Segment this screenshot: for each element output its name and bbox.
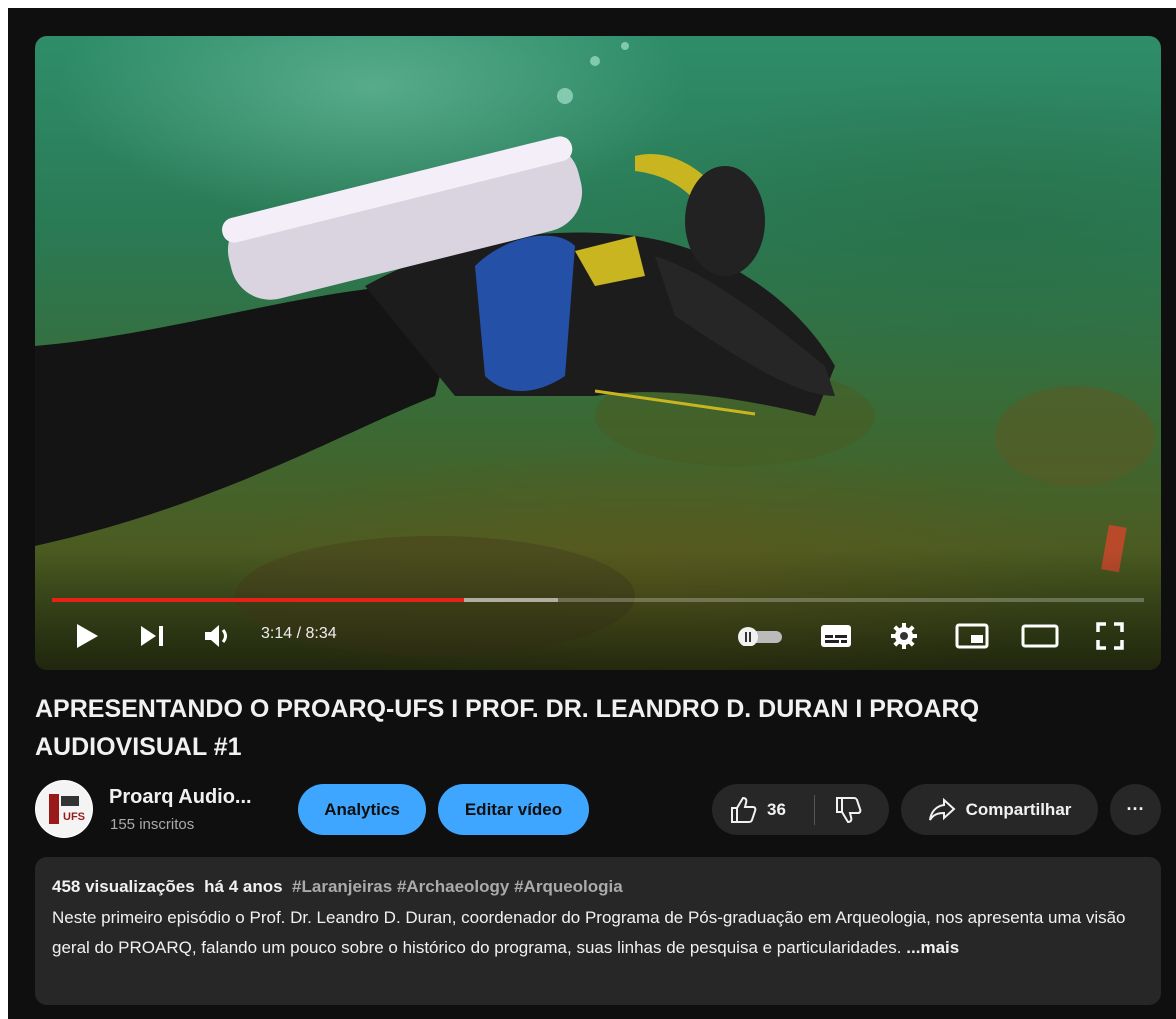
analytics-button[interactable]: Analytics	[298, 784, 426, 835]
subtitles-button[interactable]	[818, 621, 854, 651]
share-icon	[928, 797, 956, 821]
like-count: 36	[767, 800, 786, 819]
play-button[interactable]	[72, 621, 102, 651]
description-meta: 458 visualizações há 4 anos #Laranjeiras…	[52, 877, 623, 897]
next-icon	[141, 626, 163, 646]
more-actions-button[interactable]: ···	[1110, 784, 1161, 835]
share-button[interactable]: Compartilhar	[901, 784, 1098, 835]
dislike-button[interactable]	[833, 795, 863, 825]
subtitles-icon	[821, 625, 851, 647]
thumbs-down-icon	[836, 797, 862, 824]
time-display: 3:14 / 8:34	[261, 625, 337, 642]
played-bar	[52, 598, 464, 602]
miniplayer-icon	[955, 623, 989, 649]
channel-avatar[interactable]: UFS	[35, 780, 93, 838]
video-title: APRESENTANDO O PROARQ-UFS I PROF. DR. LE…	[35, 695, 980, 761]
subscriber-count: 155 inscritos	[110, 816, 195, 833]
svg-text:UFS: UFS	[63, 811, 85, 823]
channel-name[interactable]: Proarq Audio...	[109, 786, 252, 809]
edit-video-button[interactable]: Editar vídeo	[438, 784, 589, 835]
description-text: Neste primeiro episódio o Prof. Dr. Lean…	[52, 908, 1126, 957]
next-button[interactable]	[137, 621, 167, 651]
miniplayer-button[interactable]	[953, 621, 991, 651]
autoplay-toggle-icon	[738, 627, 782, 646]
show-more-link[interactable]: ...mais	[906, 938, 959, 957]
autoplay-toggle[interactable]	[735, 621, 785, 651]
channel-logo: UFS	[36, 781, 92, 837]
description-text-block: Neste primeiro episódio o Prof. Dr. Lean…	[52, 903, 1142, 963]
share-label: Compartilhar	[965, 799, 1072, 819]
hashtags[interactable]: #Laranjeiras #Archaeology #Arqueologia	[292, 877, 623, 896]
progress-bar[interactable]	[52, 598, 1144, 602]
fullscreen-icon	[1096, 622, 1124, 650]
description-box[interactable]: 458 visualizações há 4 anos #Laranjeiras…	[35, 857, 1161, 1005]
controls-gradient	[35, 550, 1161, 670]
video-player[interactable]: 3:14 / 8:34	[35, 36, 1161, 670]
like-button[interactable]: 36	[728, 795, 786, 825]
thumbs-up-icon	[731, 796, 757, 823]
theater-mode-button[interactable]	[1020, 621, 1060, 651]
upload-age: há 4 anos	[204, 877, 283, 896]
window-border-left	[0, 0, 8, 1019]
settings-icon	[891, 623, 917, 649]
like-divider	[814, 795, 815, 825]
view-count: 458 visualizações	[52, 877, 195, 896]
play-icon	[77, 624, 98, 648]
settings-button[interactable]	[887, 621, 921, 651]
volume-button[interactable]	[202, 621, 236, 651]
window-border-top	[0, 0, 1176, 8]
theater-mode-icon	[1021, 624, 1059, 648]
volume-icon	[205, 625, 227, 647]
fullscreen-button[interactable]	[1093, 621, 1127, 651]
